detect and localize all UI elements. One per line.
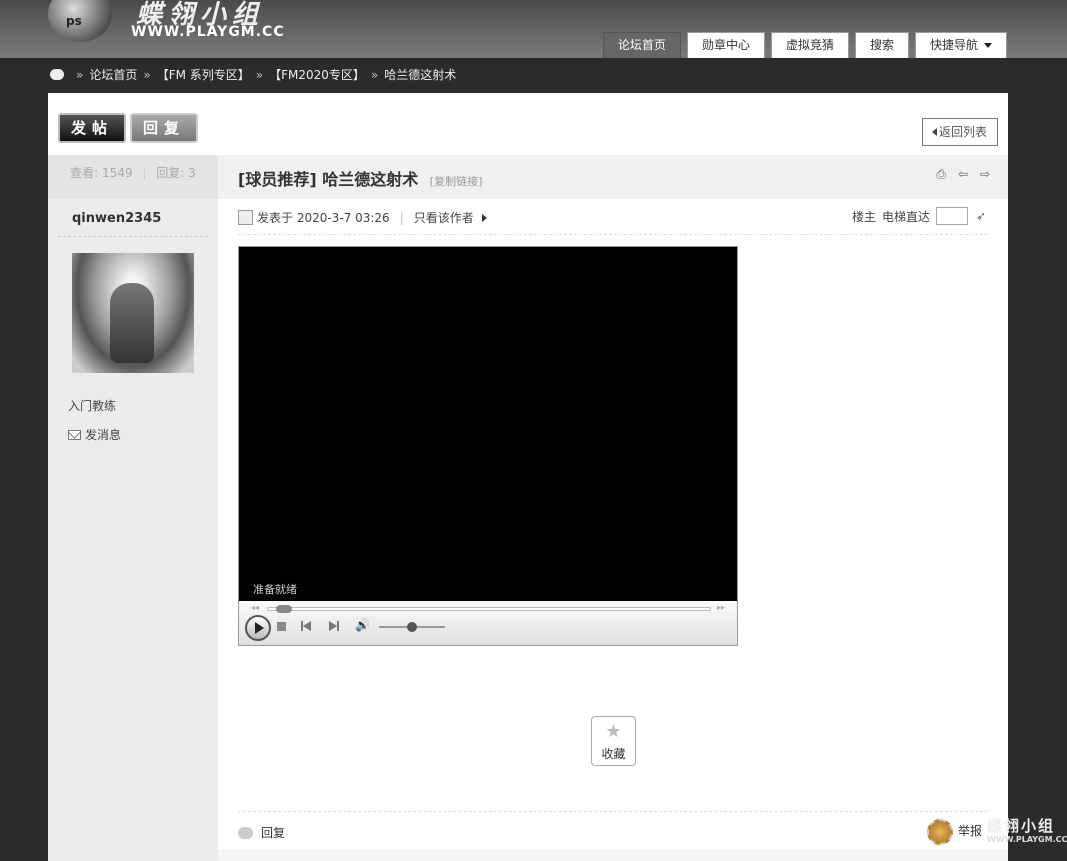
thread-stats: 查看: 1549 | 回复: 3	[48, 155, 218, 199]
watermark-url: WWW.PLAYGM.CC	[987, 835, 1067, 844]
copy-link[interactable]: [复制链接]	[430, 175, 483, 188]
post-info: 发表于 2020-3-7 03:26 | 只看该作者 楼主 电梯直达 ➶	[238, 199, 988, 235]
prev-thread-icon[interactable]: ⇦	[956, 167, 970, 181]
floor-label: 楼主	[851, 209, 876, 224]
thread-title-text: [球员推荐] 哈兰德这射术	[238, 170, 419, 189]
bottom-strip	[218, 849, 1008, 861]
title-actions: ⎙ ⇦ ⇨	[934, 167, 992, 181]
reply-button[interactable]: 回复	[130, 113, 198, 143]
views-count: 1549	[102, 166, 133, 180]
next-button[interactable]	[329, 621, 339, 631]
chevron-down-icon	[984, 43, 992, 48]
send-message-link[interactable]: 发消息	[68, 426, 218, 443]
comment-icon	[238, 826, 253, 839]
breadcrumb-sep: »	[255, 67, 264, 82]
only-author-link[interactable]: 只看该作者	[414, 209, 474, 226]
breadcrumb: » 论坛首页 » 【FM 系列专区】 » 【FM2020专区】 » 哈兰德这射术	[50, 66, 456, 83]
views-label: 查看:	[70, 166, 99, 180]
author-rank[interactable]: 入门教练	[68, 397, 218, 414]
replies-count: 3	[188, 166, 196, 180]
post-main: [球员推荐] 哈兰德这射术 [复制链接] ⎙ ⇦ ⇨ 发表于 2020-3-7 …	[218, 155, 1008, 861]
watermark-logo-icon	[927, 819, 953, 845]
breadcrumb-fm2020[interactable]: 【FM2020专区】	[269, 66, 365, 83]
author-name[interactable]: qinwen2345	[58, 199, 208, 237]
author-sidebar: 查看: 1549 | 回复: 3 qinwen2345 入门教练 发消息	[48, 155, 218, 861]
back-to-list-button[interactable]: 返回列表	[921, 118, 998, 146]
favorite-button[interactable]: ★ 收藏	[591, 716, 636, 766]
breadcrumb-thread[interactable]: 哈兰德这射术	[384, 66, 456, 83]
volume-thumb[interactable]	[407, 622, 417, 632]
jump-floor-label: 电梯直达	[881, 209, 930, 224]
go-icon[interactable]: ➶	[974, 209, 988, 223]
nav-quick-nav-label: 快捷导航	[929, 38, 978, 52]
watermark: 蝶翎小组 WWW.PLAYGM.CC	[927, 817, 1067, 851]
breadcrumb-forum-home[interactable]: 论坛首页	[89, 66, 137, 83]
nav-medal-center[interactable]: 勋章中心	[686, 32, 765, 58]
logo-badge: ps	[66, 14, 82, 28]
avatar[interactable]	[72, 253, 194, 373]
previous-button[interactable]	[301, 621, 311, 631]
volume-icon[interactable]: 🔊	[355, 618, 371, 632]
breadcrumb-sep: »	[143, 67, 151, 82]
rewind-icon: ◂◂	[251, 603, 260, 612]
seek-bar[interactable]	[267, 607, 711, 611]
send-message-label: 发消息	[85, 428, 122, 442]
new-post-button[interactable]: 发帖	[58, 113, 126, 143]
main-nav: 论坛首页 勋章中心 虚拟竞猜 搜索 快捷导航	[602, 32, 1007, 58]
post-footer: 回复 举报	[238, 811, 988, 847]
nav-virtual-betting[interactable]: 虚拟竞猜	[770, 32, 849, 58]
replies-label: 回复:	[156, 166, 185, 180]
nav-forum-home[interactable]: 论坛首页	[602, 32, 681, 58]
logo-url: WWW.PLAYGM.CC	[131, 24, 285, 40]
chat-bubble-icon	[50, 69, 64, 80]
player-status: 准备就绪	[253, 583, 297, 596]
nav-search[interactable]: 搜索	[854, 32, 909, 58]
content-area: 发帖 回复 返回列表 查看: 1549 | 回复: 3 qinwen2345 入…	[48, 93, 1008, 861]
avatar-figure	[110, 283, 154, 363]
post-info-divider: |	[399, 210, 404, 225]
user-icon	[238, 210, 253, 225]
nav-quick-nav[interactable]: 快捷导航	[914, 32, 1007, 58]
floor-input[interactable]	[936, 207, 968, 225]
next-thread-icon[interactable]: ⇨	[978, 167, 992, 181]
site-header: ps 蝶翎小组 WWW.PLAYGM.CC 论坛首页 勋章中心 虚拟竞猜 搜索 …	[0, 0, 1067, 58]
thread-title: [球员推荐] 哈兰德这射术 [复制链接]	[238, 166, 482, 190]
breadcrumb-fm-series[interactable]: 【FM 系列专区】	[157, 66, 250, 83]
chevron-right-icon	[481, 213, 487, 222]
print-icon[interactable]: ⎙	[934, 167, 948, 181]
video-screen[interactable]: 准备就绪	[239, 247, 737, 601]
reply-link-label: 回复	[261, 826, 286, 840]
reply-link[interactable]: 回复	[238, 824, 285, 841]
play-button[interactable]	[245, 615, 271, 641]
breadcrumb-sep: »	[370, 67, 379, 82]
star-icon: ★	[605, 721, 622, 742]
seek-thumb[interactable]	[275, 605, 292, 613]
breadcrumb-sep: »	[76, 67, 84, 82]
thread-title-bar: [球员推荐] 哈兰德这射术 [复制链接] ⎙ ⇦ ⇨	[218, 155, 1008, 199]
stop-button[interactable]	[277, 622, 286, 631]
player-controls: ◂◂ ▸▸ 🔊	[239, 601, 737, 645]
media-player: 准备就绪 ◂◂ ▸▸ 🔊	[238, 246, 738, 646]
mail-icon	[68, 429, 81, 440]
favorite-label: 收藏	[601, 747, 626, 761]
watermark-text: 蝶翎小组	[987, 817, 1056, 835]
fast-forward-icon: ▸▸	[716, 603, 725, 612]
thread-toolbar: 发帖 回复 返回列表	[48, 93, 1008, 155]
post-time: 发表于 2020-3-7 03:26	[257, 211, 390, 225]
stats-divider: |	[142, 166, 147, 180]
